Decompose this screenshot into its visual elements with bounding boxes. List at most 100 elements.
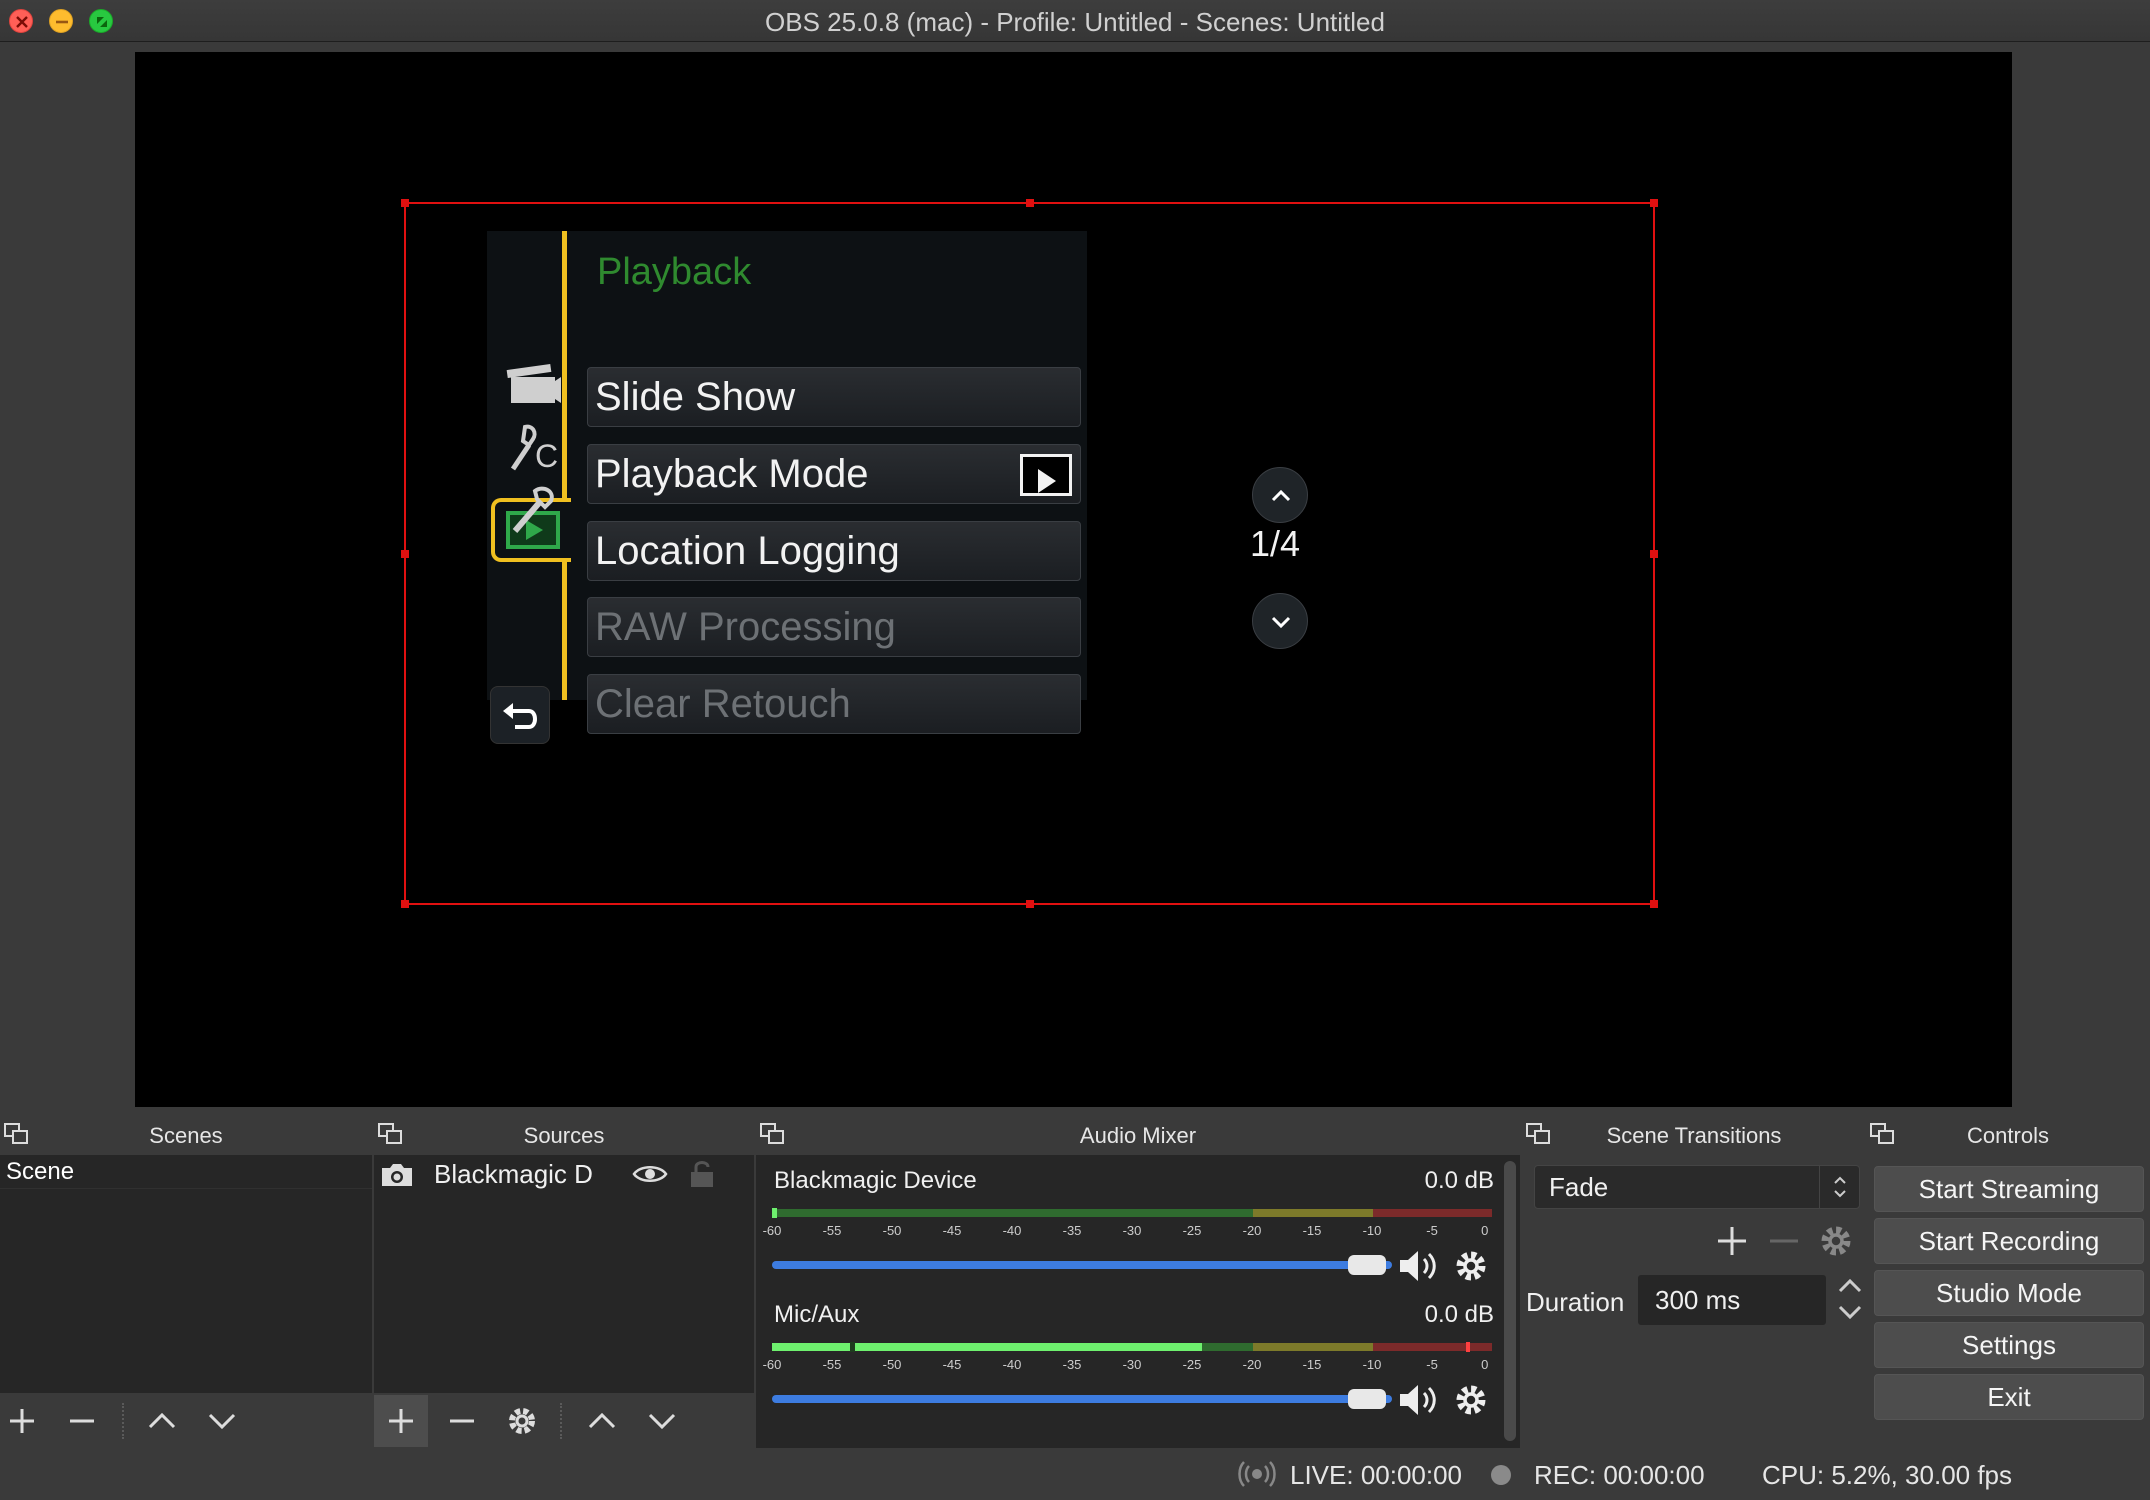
volume-meter [772, 1208, 1492, 1218]
camera-menu-item: Clear Retouch [587, 674, 1081, 734]
camera-menu-item-label: Clear Retouch [595, 682, 851, 726]
minus-icon [450, 1419, 474, 1423]
exit-button[interactable]: Exit [1874, 1374, 2144, 1420]
transition-select-value: Fade [1549, 1172, 1609, 1202]
add-source-button[interactable] [374, 1395, 428, 1447]
up-down-chevron-icon [1838, 1278, 1862, 1320]
volume-slider-thumb[interactable] [1348, 1255, 1386, 1275]
scene-transitions-body: Fade Duration 300 ms [1522, 1155, 1866, 1448]
gear-icon[interactable] [1816, 1221, 1856, 1261]
speaker-mute-icon[interactable] [1396, 1247, 1442, 1285]
source-properties-button[interactable] [502, 1401, 542, 1441]
mixer-scrollbar[interactable] [1504, 1161, 1516, 1441]
resize-handle-ml[interactable] [401, 550, 409, 558]
scale-tick: -40 [1002, 1223, 1022, 1238]
scale-tick: -10 [1362, 1357, 1382, 1372]
resize-handle-tr[interactable] [1650, 199, 1658, 207]
sources-toolbar [374, 1392, 754, 1448]
studio-mode-button[interactable]: Studio Mode [1874, 1270, 2144, 1316]
scenes-list: Scene [0, 1155, 372, 1392]
sources-list: Blackmagic De’ [374, 1155, 754, 1392]
scale-tick: 0 [1481, 1357, 1489, 1372]
add-transition-icon[interactable] [1712, 1221, 1752, 1261]
channel-db: 0.0 dB [1424, 1167, 1494, 1194]
scale-tick: -45 [942, 1357, 962, 1372]
window-title: OBS 25.0.8 (mac) - Profile: Untitled - S… [765, 7, 1385, 37]
controls-title: Controls [1967, 1123, 2049, 1148]
audio-mixer-dock: Audio Mixer Blackmagic Device 0.0 dB -60… [756, 1113, 1520, 1448]
resize-handle-tc[interactable] [1026, 199, 1034, 207]
volume-slider-thumb[interactable] [1348, 1389, 1386, 1409]
scale-tick: -20 [1242, 1357, 1262, 1372]
add-scene-button[interactable] [2, 1401, 42, 1441]
audio-mixer-header: Audio Mixer [756, 1113, 1520, 1151]
mixer-channel: Blackmagic Device 0.0 dB -60 -55 -50 -45… [763, 1167, 1496, 1287]
scale-tick: -25 [1182, 1223, 1202, 1238]
scale-tick: -5 [1426, 1357, 1438, 1372]
resize-handle-mr[interactable] [1650, 550, 1658, 558]
preview-canvas[interactable]: C Playback Slide Show Playback Mode Loca… [135, 52, 2012, 1107]
scale-tick: -35 [1062, 1223, 1082, 1238]
volume-meter [772, 1342, 1492, 1352]
scenes-toolbar [0, 1392, 372, 1448]
camera-page-indicator: 1/4 [1250, 523, 1301, 564]
scale-tick: -55 [822, 1357, 842, 1372]
remove-scene-button[interactable] [62, 1401, 102, 1441]
camera-page-up-button [1252, 467, 1308, 523]
scene-transitions-header: Scene Transitions [1522, 1113, 1866, 1151]
gear-icon[interactable] [1452, 1247, 1490, 1285]
up-down-chevron-icon [1834, 1176, 1846, 1198]
camera-menu-item: Playback Mode [587, 444, 1081, 504]
scenes-title: Scenes [149, 1123, 223, 1148]
resize-handle-br[interactable] [1650, 900, 1658, 908]
resize-handle-tl[interactable] [401, 199, 409, 207]
move-scene-up-button[interactable] [142, 1401, 182, 1441]
speaker-mute-icon[interactable] [1396, 1381, 1442, 1419]
remove-transition-icon[interactable] [1764, 1221, 1804, 1261]
obs-window: OBS 25.0.8 (mac) - Profile: Untitled - S… [0, 0, 2150, 1500]
settings-button[interactable]: Settings [1874, 1322, 2144, 1368]
audio-mixer-body: Blackmagic Device 0.0 dB -60 -55 -50 -45… [756, 1155, 1520, 1448]
channel-name: Mic/Aux [774, 1301, 860, 1328]
resize-handle-bc[interactable] [1026, 900, 1034, 908]
gear-icon[interactable] [1452, 1381, 1490, 1419]
unlock-icon[interactable] [688, 1159, 716, 1189]
scene-list-item[interactable]: Scene [0, 1155, 372, 1189]
camera-page-down-button [1252, 593, 1308, 649]
duration-stepper[interactable] [1832, 1271, 1868, 1327]
scale-tick: -30 [1122, 1357, 1142, 1372]
scene-transitions-dock: Scene Transitions Fade Duration 300 ms [1522, 1113, 1866, 1448]
camera-menu-heading: Playback [597, 251, 752, 293]
camera-menu-item-label: RAW Processing [595, 605, 896, 649]
start-streaming-button[interactable]: Start Streaming [1874, 1166, 2144, 1212]
gear-icon [509, 1408, 535, 1434]
scale-tick: 0 [1481, 1223, 1489, 1238]
source-list-item[interactable]: Blackmagic De’ [374, 1155, 754, 1193]
move-scene-down-button[interactable] [202, 1401, 242, 1441]
start-recording-button[interactable]: Start Recording [1874, 1218, 2144, 1264]
record-indicator-icon [1491, 1465, 1511, 1485]
duration-input[interactable]: 300 ms [1638, 1275, 1826, 1325]
camera-menu-item-label: Location Logging [595, 529, 900, 573]
transition-select[interactable]: Fade [1534, 1165, 1860, 1209]
sources-title: Sources [523, 1123, 605, 1148]
move-source-down-button[interactable] [642, 1401, 682, 1441]
scale-tick: -35 [1062, 1357, 1082, 1372]
move-source-up-button[interactable] [582, 1401, 622, 1441]
play-mode-icon [1020, 454, 1072, 496]
controls-dock: Controls Start Streaming Start Recording… [1866, 1113, 2150, 1448]
eye-visibility-icon[interactable] [632, 1163, 668, 1185]
cpu-fps: CPU: 5.2%, 30.00 fps [1762, 1460, 2013, 1490]
live-timer: LIVE: 00:00:00 [1290, 1460, 1463, 1490]
volume-slider[interactable] [772, 1261, 1392, 1269]
volume-slider[interactable] [772, 1395, 1392, 1403]
scale-tick: -15 [1302, 1357, 1322, 1372]
remove-source-button[interactable] [442, 1401, 482, 1441]
resize-handle-bl[interactable] [401, 900, 409, 908]
chevron-up-icon [148, 1412, 176, 1429]
chevron-down-icon [648, 1413, 676, 1430]
camera-menu-item: Slide Show [587, 367, 1081, 427]
scale-tick: -20 [1242, 1223, 1262, 1238]
channel-name: Blackmagic Device [774, 1167, 977, 1194]
camera-menu-item-label: Slide Show [595, 375, 796, 419]
